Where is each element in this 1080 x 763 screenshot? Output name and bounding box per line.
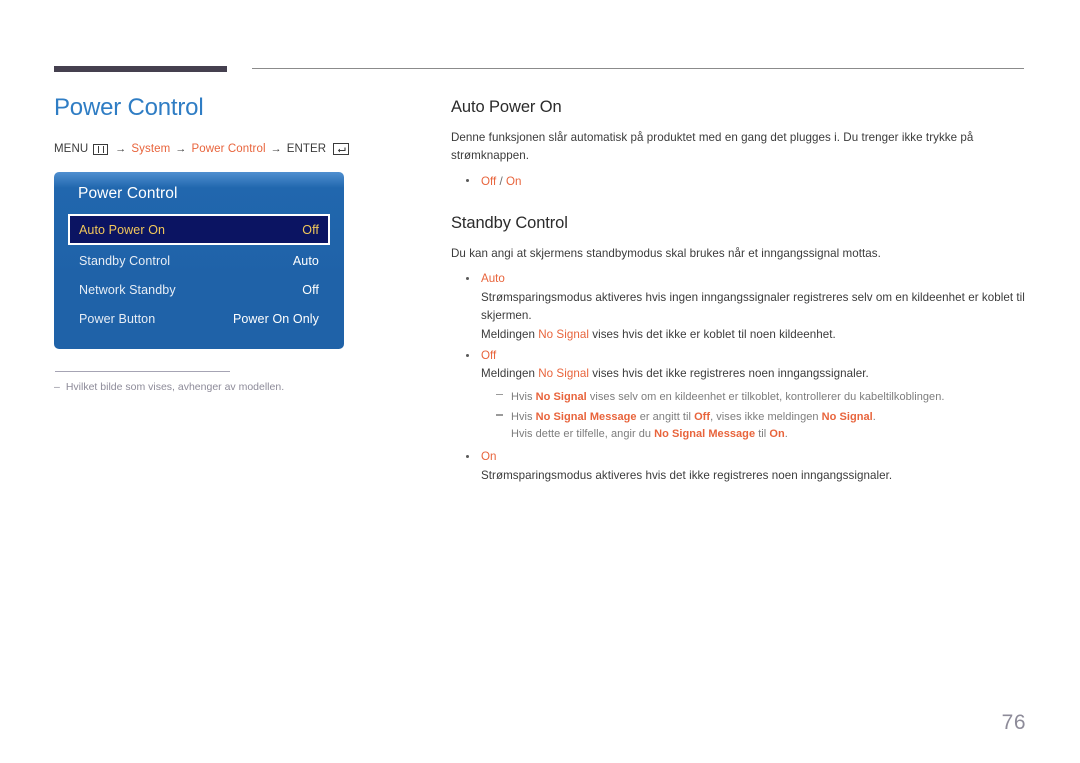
menu-grid-icon — [93, 143, 109, 155]
highlight-no-signal-message: No Signal Message — [654, 427, 756, 440]
list-item: Off / On — [451, 172, 1026, 190]
breadcrumb-arrow-1: → — [115, 143, 127, 156]
text-mid-1: er angitt til — [636, 411, 695, 424]
text-pre: Meldingen — [481, 366, 539, 380]
osd-row-value: Off — [302, 222, 319, 237]
header-rule-thick — [54, 66, 227, 72]
header-rule-thin — [252, 68, 1024, 69]
footnote-divider — [55, 371, 230, 373]
highlight-no-signal-message: No Signal Message — [535, 411, 637, 424]
breadcrumb: MENU → System → Power Control → ENTER — [54, 143, 424, 156]
option-desc-auto-line1: Strømsparingsmodus aktiveres hvis ingen … — [481, 290, 1025, 322]
osd-row-auto-power-on[interactable]: Auto Power On Off — [68, 214, 330, 246]
option-label-auto: Auto — [481, 272, 505, 286]
text-pre: Meldingen — [481, 327, 539, 341]
text-pre: Hvis — [511, 390, 536, 403]
option-label-off: Off — [481, 348, 497, 362]
osd-panel-power-control: Power Control Auto Power On Off Standby … — [54, 172, 344, 350]
section-heading-auto-power-on: Auto Power On — [451, 98, 562, 116]
osd-row-network-standby[interactable]: Network Standby Off — [68, 275, 330, 304]
osd-row-list: Auto Power On Off Standby Control Auto N… — [54, 214, 344, 333]
option-list-auto-power-on: Off / On — [451, 172, 1026, 190]
enter-key-icon — [333, 143, 350, 156]
left-column: Power Control MENU → System → Power Cont… — [54, 94, 424, 395]
highlight-no-signal: No Signal — [535, 390, 587, 403]
osd-row-label: Network Standby — [79, 282, 176, 297]
text-post: vises hvis det ikke er koblet til noen k… — [588, 327, 836, 341]
osd-row-standby-control[interactable]: Standby Control Auto — [68, 246, 330, 275]
osd-row-label: Power Button — [79, 311, 156, 326]
note-item-2-sub: Hvis dette er tilfelle, angir du No Sign… — [511, 426, 1026, 443]
footnote: – Hvilket bilde som vises, avhenger av m… — [54, 380, 424, 395]
option-desc-off-line1: Meldingen No Signal vises hvis det ikke … — [481, 365, 1026, 383]
note-item-2: Hvis No Signal Message er angitt til Off… — [491, 409, 1026, 442]
option-label-on: On — [481, 450, 497, 464]
osd-row-power-button[interactable]: Power Button Power On Only — [68, 304, 330, 333]
section-intro-standby-control: Du kan angi at skjermens standbymodus sk… — [451, 247, 881, 261]
osd-row-value: Off — [302, 282, 319, 297]
note-block: Hvis No Signal vises selv om en kildeenh… — [491, 389, 1026, 443]
option-desc-auto-line2: Meldingen No Signal vises hvis det ikke … — [481, 326, 1026, 344]
text-post: vises selv om en kildeenhet er tilkoblet… — [586, 390, 945, 403]
footnote-text: Hvilket bilde som vises, avhenger av mod… — [65, 381, 285, 394]
osd-row-value: Power On Only — [232, 311, 319, 326]
text-pre: Hvis — [511, 411, 536, 424]
highlight-no-signal: No Signal — [538, 327, 589, 341]
option-separator: / — [496, 174, 506, 188]
text-pre: Hvis dette er tilfelle, angir du — [511, 427, 655, 440]
breadcrumb-step-power-control: Power Control — [191, 143, 266, 156]
breadcrumb-arrow-3: → — [270, 143, 282, 156]
manual-page: Power Control MENU → System → Power Cont… — [0, 0, 1080, 763]
text-mid-2: , vises ikke meldingen — [710, 411, 822, 424]
text-post: vises hvis det ikke registreres noen inn… — [588, 366, 869, 380]
osd-row-label: Standby Control — [79, 253, 171, 268]
list-item-off: Off Meldingen No Signal vises hvis det i… — [451, 347, 1026, 443]
option-on: On — [505, 174, 522, 188]
right-column: Auto Power On Denne funksjonen slår auto… — [451, 98, 1026, 488]
footnote-dash: – — [54, 381, 60, 394]
highlight-no-signal: No Signal — [821, 411, 873, 424]
text-post: . — [872, 411, 876, 424]
text-post: . — [784, 427, 788, 440]
osd-panel-title: Power Control — [78, 185, 178, 203]
section-intro-auto-power-on: Denne funksjonen slår automatisk på prod… — [451, 131, 974, 162]
breadcrumb-menu-label: MENU — [54, 143, 89, 156]
page-title: Power Control — [54, 94, 204, 121]
text-mid: til — [755, 427, 770, 440]
option-desc-on-line1: Strømsparingsmodus aktiveres hvis det ik… — [481, 468, 893, 482]
option-off: Off — [481, 174, 497, 188]
page-number: 76 — [1001, 711, 1026, 734]
list-item-auto: Auto Strømsparingsmodus aktiveres hvis i… — [451, 270, 1026, 343]
breadcrumb-step-system: System — [131, 143, 171, 156]
breadcrumb-arrow-2: → — [175, 143, 187, 156]
option-values-auto-power-on: Off / On — [481, 175, 521, 188]
note-item-1: Hvis No Signal vises selv om en kildeenh… — [491, 389, 1026, 406]
osd-row-label: Auto Power On — [79, 222, 166, 237]
section-heading-standby-control: Standby Control — [451, 214, 568, 233]
option-list-standby-control: Auto Strømsparingsmodus aktiveres hvis i… — [451, 270, 1026, 485]
highlight-off: Off — [694, 411, 711, 424]
highlight-on: On — [769, 427, 785, 440]
list-item-on: On Strømsparingsmodus aktiveres hvis det… — [451, 448, 1026, 484]
highlight-no-signal: No Signal — [538, 366, 589, 380]
osd-row-value: Auto — [292, 253, 319, 268]
breadcrumb-enter-label: ENTER — [286, 143, 327, 156]
